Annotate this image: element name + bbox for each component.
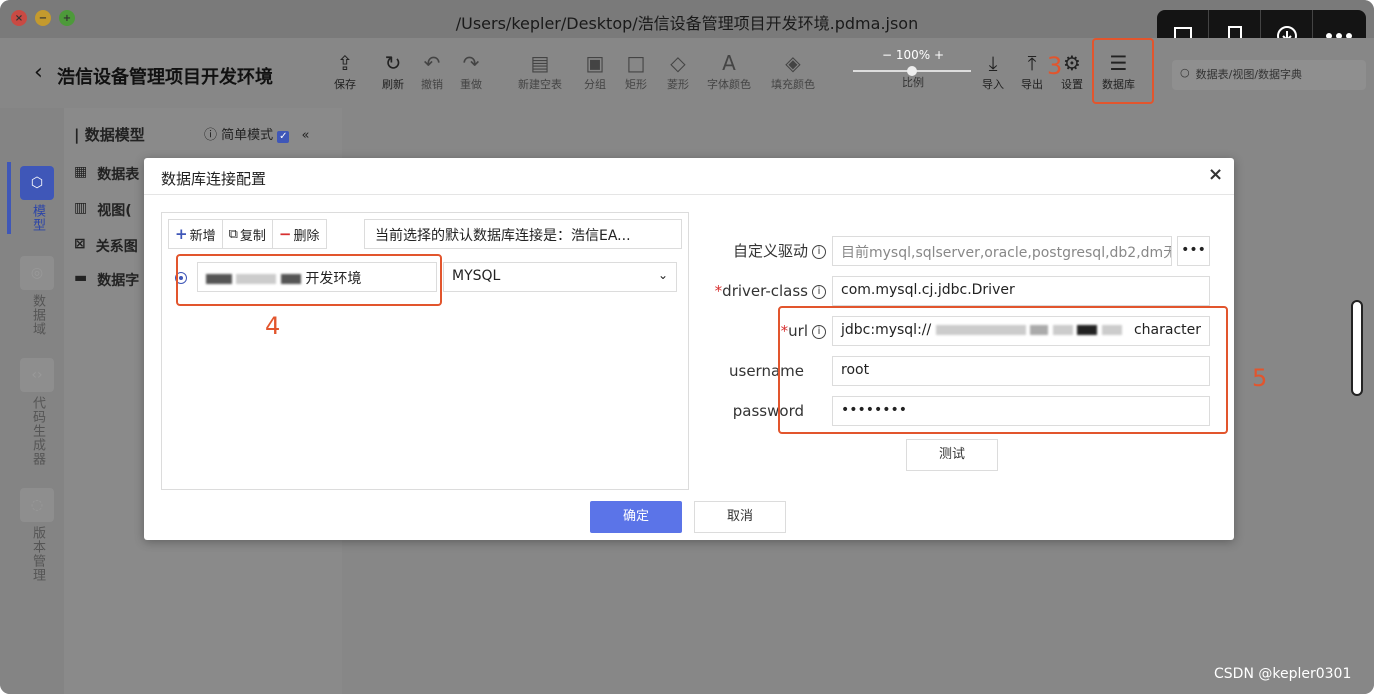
search-icon: ○ [1180,66,1190,79]
table-icon: ▤ [530,51,550,75]
annotation-box-connection [176,254,442,306]
connection-actions: + 新增 ⧉ 复制 − 删除 [168,219,327,249]
tree-item-views[interactable]: ▥ 视图( [74,200,132,220]
collapse-icon[interactable]: « [301,128,309,143]
zoom-slider-knob[interactable] [907,66,917,76]
app-window: × − + /Users/kepler/Desktop/浩信设备管理项目开发环境… [0,0,1374,694]
fill-color-button[interactable]: ◈ 填充颜色 [771,50,815,92]
watermark: CSDN @kepler0301 [1214,666,1352,682]
zoom-slider[interactable] [853,66,971,76]
checkbox-icon[interactable]: ✓ [277,131,290,143]
cancel-button[interactable]: 取消 [694,501,786,533]
copy-icon: ⧉ [228,226,238,242]
custom-driver-label: 自定义驱动 i [714,240,826,261]
book-icon: ▬ [74,270,88,286]
font-color-button[interactable]: A 字体颜色 [707,50,751,92]
sidebar-active-indicator [7,162,11,234]
search-box[interactable]: ○ 数据表/视图/数据字典 [1172,60,1366,90]
diagram-icon: ⊠ [74,236,86,252]
back-chevron-icon[interactable]: ‹ [34,60,43,85]
panel-heading: | 数据模型 [74,126,145,144]
copy-connection-button[interactable]: ⧉ 复制 [223,220,273,248]
annotation-number-3: 3 [1047,52,1063,80]
cloud-upload-icon: ⇪ [336,51,354,75]
tree-item-dictionary[interactable]: ▬ 数据字 [74,270,139,290]
db-connection-dialog: 数据库连接配置 × + 新增 ⧉ 复制 − 删除 当前选择的默认数据库连接是：浩信EA… [144,158,1267,540]
annotation-number-5: 5 [1252,364,1268,392]
fill-color-icon: ◈ [785,51,801,75]
code-icon: ‹› [20,358,54,392]
refresh-button[interactable]: ↻ 刷新 [382,50,404,92]
sidebar-item-data-domain[interactable]: ◎ 数据域 [20,256,54,336]
main-toolbar: ‹ 浩信设备管理项目开发环境 ⇪ 保存 ↻ 刷新 ↶ 撤销 ↷ 重做 ▤ 新建空表 ▣ 分组… [0,38,1374,108]
redo-icon: ↷ [462,51,480,75]
chevron-down-icon: ⌄ [657,268,668,282]
font-color-icon: A [722,51,736,75]
undo-icon: ↶ [423,51,441,75]
driver-class-label: *driver-class i [684,282,826,300]
rectangle-button[interactable]: □ 矩形 [625,50,647,92]
zoom-control[interactable]: − 100% + 比例 [853,48,973,90]
rectangle-icon: □ [626,51,646,75]
undo-button[interactable]: ↶ 撤销 [421,50,443,92]
refresh-icon: ↻ [384,51,402,75]
chart-icon: ▥ [74,200,88,216]
info-icon: i [812,284,826,299]
settings-button[interactable]: ⚙ 设置 [1061,50,1083,92]
info-icon: i [812,244,826,259]
annotation-number-4: 4 [265,312,281,340]
default-connection-info: 当前选择的默认数据库连接是：浩信EA... [364,219,682,249]
sidebar-item-version[interactable]: ◌ 版本管理 [20,488,54,582]
group-button[interactable]: ▣ 分组 [584,50,606,92]
sidebar-item-code-generator[interactable]: ‹› 代码生成器 [20,358,54,466]
more-options-button[interactable]: ••• [1177,236,1210,266]
export-button[interactable]: ⤒ 导出 [1021,50,1043,92]
delete-connection-button[interactable]: − 删除 [273,220,326,248]
version-icon: ◌ [20,488,54,522]
new-table-button[interactable]: ▤ 新建空表 [518,50,562,92]
grid-icon: ▦ [74,164,88,180]
minus-icon: − [278,225,292,243]
tree-item-tables[interactable]: ▦ 数据表 [74,164,139,184]
search-placeholder: 数据表/视图/数据字典 [1195,68,1303,81]
domain-icon: ◎ [20,256,54,290]
zoom-label: 比例 [902,76,924,89]
plus-icon: + [175,225,188,243]
custom-driver-input[interactable]: 目前mysql,sqlserver,oracle,postgresql,db2,… [832,236,1172,266]
annotation-box-database [1092,38,1154,104]
gear-icon: ⚙ [1063,51,1081,75]
import-icon: ⤓ [988,51,998,75]
add-connection-button[interactable]: + 新增 [169,220,223,248]
driver-class-input[interactable]: com.mysql.cj.jdbc.Driver [832,276,1210,306]
export-icon: ⤒ [1027,51,1037,75]
group-icon: ▣ [585,51,605,75]
dialog-title: 数据库连接配置 [161,170,267,188]
tree-item-relations[interactable]: ⊠ 关系图 [74,236,138,256]
import-button[interactable]: ⤓ 导入 [982,50,1004,92]
save-button[interactable]: ⇪ 保存 [334,50,356,92]
redo-button[interactable]: ↷ 重做 [460,50,482,92]
diamond-icon: ◇ [670,51,686,75]
annotation-box-form [778,306,1228,434]
zoom-in-icon[interactable]: + [934,48,944,62]
sidebar-item-model[interactable]: ⬡ 模型 [20,166,54,232]
cube-icon: ⬡ [20,166,54,200]
zoom-value: 100% [895,48,931,62]
simple-mode-toggle[interactable]: ⓘ 简单模式 ✓ « [204,124,309,143]
db-type-select[interactable]: MYSQL ⌄ [443,262,677,292]
divider [144,194,1234,195]
info-icon: ⓘ [204,128,218,143]
project-title: 浩信设备管理项目开发环境 [57,67,273,88]
close-icon[interactable]: × [1208,164,1223,185]
diamond-button[interactable]: ◇ 菱形 [667,50,689,92]
zoom-out-icon[interactable]: − [882,48,892,62]
confirm-button[interactable]: 确定 [590,501,682,533]
vertical-scrollbar[interactable] [1351,300,1363,396]
test-connection-button[interactable]: 测试 [906,439,998,471]
